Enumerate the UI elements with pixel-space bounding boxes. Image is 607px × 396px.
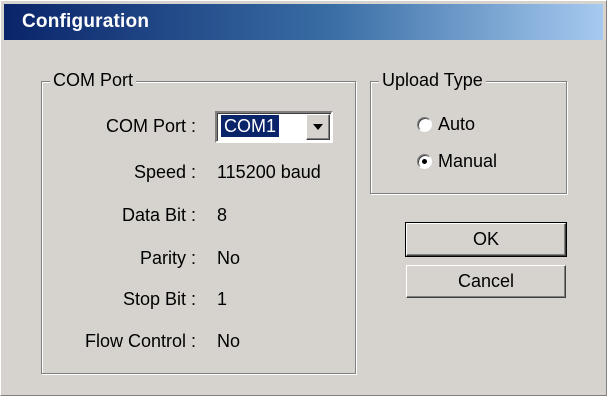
flow-control-value: No [217, 331, 241, 351]
com-port-selected-value: COM1 [219, 114, 281, 138]
radio-manual-label: Manual [438, 151, 498, 171]
radio-manual[interactable]: Manual [417, 151, 497, 172]
cancel-button[interactable]: Cancel [406, 265, 566, 298]
radio-dot-icon [422, 159, 427, 164]
parity-value: No [217, 248, 241, 268]
radio-auto[interactable]: Auto [417, 114, 475, 135]
stop-bit-label: Stop Bit : [122, 289, 196, 309]
window-title: Configuration [22, 11, 150, 32]
speed-label: Speed : [133, 162, 196, 182]
data-bit-label: Data Bit : [121, 205, 196, 225]
com-port-select[interactable]: COM1 [215, 111, 333, 143]
radio-button-auto[interactable] [417, 117, 432, 132]
data-bit-value: 8 [217, 205, 228, 225]
speed-value: 115200 baud [217, 162, 321, 182]
upload-type-group-legend: Upload Type [379, 70, 486, 91]
com-port-dropdown-button[interactable] [306, 114, 330, 140]
title-bar[interactable]: Configuration [4, 4, 603, 40]
stop-bit-value: 1 [217, 289, 228, 309]
upload-type-group: Upload Type [370, 70, 567, 194]
radio-button-manual[interactable] [417, 154, 432, 169]
chevron-down-icon [313, 124, 323, 130]
com-port-label: COM Port : [105, 116, 196, 136]
flow-control-label: Flow Control : [84, 331, 196, 351]
configuration-dialog: Configuration COM Port COM Port : COM1 S… [0, 0, 607, 396]
parity-label: Parity : [139, 248, 196, 268]
com-port-group-legend: COM Port [50, 70, 137, 91]
ok-button[interactable]: OK [405, 222, 567, 257]
radio-auto-label: Auto [438, 114, 476, 134]
